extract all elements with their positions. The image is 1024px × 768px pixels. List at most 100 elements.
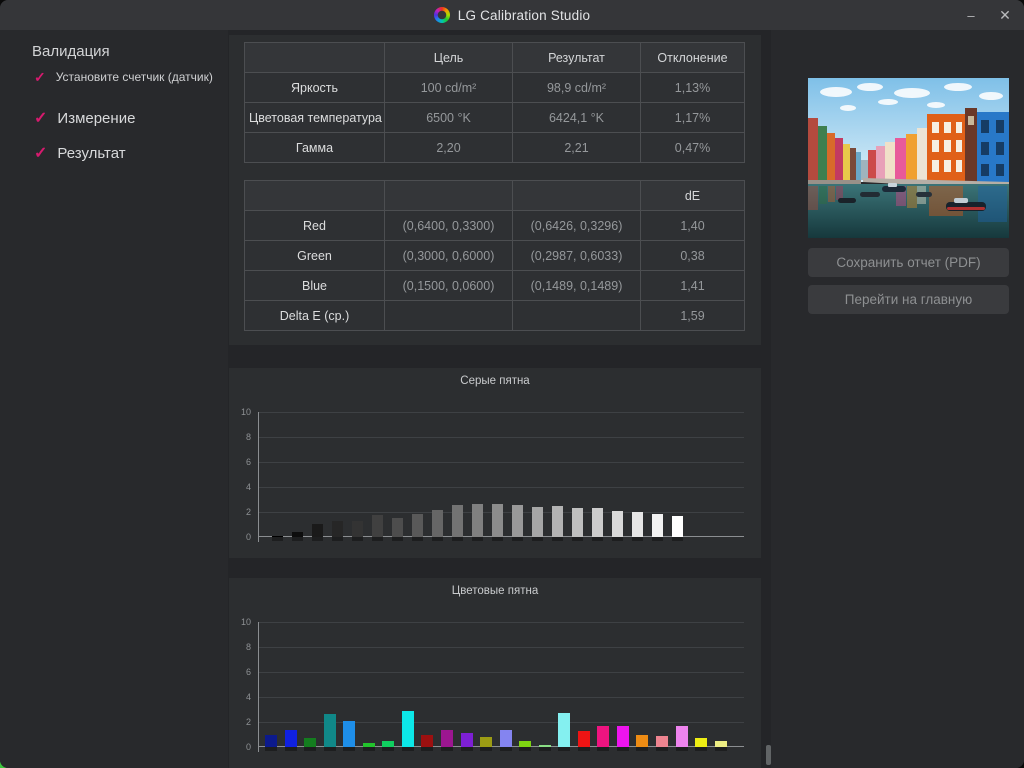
y-tick-label: 2 [245, 507, 251, 517]
bar [671, 516, 683, 537]
bar [265, 734, 277, 747]
x-tick [671, 537, 683, 541]
color-patches-panel: Цветовые пятна 0 2 4 6 8 10 [229, 578, 761, 768]
x-tick [636, 747, 649, 751]
gridline [258, 647, 744, 648]
y-tick-label: 8 [245, 432, 251, 442]
table-row: Blue (0,1500, 0,0600) (0,1489, 0,1489) 1,41 [244, 270, 745, 301]
gridline [258, 412, 744, 413]
bar [371, 515, 383, 537]
x-tick [656, 747, 668, 751]
x-tick [431, 537, 443, 541]
bar [284, 729, 297, 747]
bar [391, 518, 403, 537]
x-tick [382, 747, 395, 751]
value-cell: (0,3000, 0,6000) [384, 240, 513, 271]
x-tick [551, 537, 563, 541]
y-tick-label: 2 [245, 717, 251, 727]
x-tick [265, 747, 277, 751]
go-home-button[interactable]: Перейти на главную [808, 285, 1009, 314]
x-tick [511, 537, 523, 541]
sidebar: Валидация ✓ Установите счетчик (датчик) … [0, 30, 228, 768]
results-panel: Цель Результат Отклонение Яркость 100 cd/m² 9… [229, 35, 761, 345]
value-cell: 98,9 cd/m² [512, 72, 641, 103]
x-tick [591, 537, 603, 541]
chart-title: Цветовые пятна [451, 585, 539, 597]
x-tick [577, 747, 590, 751]
table-header-cell [244, 42, 385, 73]
color-wheel-icon [433, 7, 450, 23]
x-tick [538, 747, 551, 751]
preview-photo [808, 78, 1009, 238]
bar [558, 712, 571, 747]
table-header-cell: dE [640, 180, 745, 211]
checkmark-icon: ✓ [34, 69, 46, 85]
y-tick-label: 0 [245, 742, 251, 752]
table-row: Яркость 100 cd/m² 98,9 cd/m² 1,13% [244, 72, 745, 103]
x-tick [391, 537, 403, 541]
x-tick [440, 747, 453, 751]
sidebar-title: Валидация [32, 43, 110, 60]
minimize-button[interactable]: – [954, 0, 988, 30]
x-tick [351, 537, 363, 541]
x-tick [519, 747, 532, 751]
value-cell: 1,40 [640, 210, 745, 241]
y-tick-label: 6 [245, 457, 251, 467]
x-tick [491, 537, 503, 541]
x-tick [714, 747, 727, 751]
bar [304, 737, 317, 747]
bar [351, 520, 363, 537]
gridline [258, 437, 744, 438]
bar [451, 505, 463, 537]
table-row: Green (0,3000, 0,6000) (0,2987, 0,6033) 0,3… [244, 240, 745, 271]
bar [460, 733, 473, 747]
bar [323, 713, 336, 747]
bar [577, 731, 590, 747]
x-tick [291, 537, 303, 541]
bar [651, 513, 663, 537]
table-row: Delta E (ср.) 1,59 [244, 300, 745, 331]
step-result: ✓ Результат [34, 144, 126, 162]
gridline [258, 487, 744, 488]
x-tick [371, 537, 383, 541]
bar [531, 507, 543, 537]
bar [331, 521, 343, 537]
x-tick [401, 747, 414, 751]
x-tick [460, 747, 473, 751]
y-tick-label: 4 [245, 692, 251, 702]
content-area: Цель Результат Отклонение Яркость 100 cd/m² 9… [228, 30, 765, 768]
value-cell [512, 300, 641, 331]
value-cell: (0,1500, 0,0600) [384, 270, 513, 301]
x-tick [695, 747, 708, 751]
x-tick [480, 747, 493, 751]
row-label-cell: Delta E (ср.) [244, 300, 385, 331]
table-header-row: dE [244, 180, 745, 211]
x-tick [471, 537, 483, 541]
titlebar: LG Calibration Studio – ✕ [0, 0, 1024, 30]
table-header-cell [512, 180, 641, 211]
save-report-pdf-button[interactable]: Сохранить отчет (PDF) [808, 248, 1009, 277]
bar [431, 510, 443, 537]
value-cell: 1,59 [640, 300, 745, 331]
bar [311, 523, 323, 537]
value-cell: 0,38 [640, 240, 745, 271]
x-tick [499, 747, 512, 751]
row-label-cell: Blue [244, 270, 385, 301]
gridline [258, 462, 744, 463]
color-patches-chart: 0 2 4 6 8 10 [241, 617, 744, 752]
close-button[interactable]: ✕ [988, 0, 1022, 30]
step-measurement: ✓ Измерение [34, 109, 136, 127]
bar [480, 737, 493, 747]
gridline [258, 697, 744, 698]
table-header-cell: Цель [384, 42, 513, 73]
app-title: LG Calibration Studio [457, 7, 591, 23]
gray-patches-chart: 0 2 4 6 8 10 [241, 407, 744, 542]
y-tick-label: 10 [240, 407, 251, 417]
y-tick-label: 8 [245, 642, 251, 652]
color-coordinates-table: dE Red (0,6400, 0,3300) (0,6426, 0,3296) 1,4… [244, 180, 745, 331]
bar [411, 513, 423, 537]
value-cell: 2,20 [384, 132, 513, 163]
x-tick [531, 537, 543, 541]
row-label-cell: Red [244, 210, 385, 241]
table-header-row: Цель Результат Отклонение [244, 42, 745, 73]
